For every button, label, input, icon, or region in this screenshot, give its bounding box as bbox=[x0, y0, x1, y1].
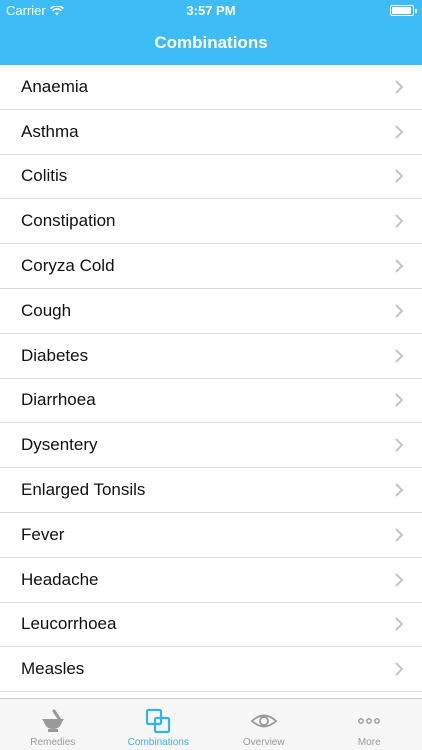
list-item-label: Constipation bbox=[21, 211, 116, 231]
list-item[interactable]: Asthma bbox=[0, 110, 422, 155]
list-item-label: Asthma bbox=[21, 121, 79, 141]
chevron-right-icon bbox=[395, 393, 404, 408]
list-item[interactable]: Headache bbox=[0, 558, 422, 603]
list-item-label: Cough bbox=[21, 300, 72, 320]
list-item[interactable]: Fever bbox=[0, 513, 422, 558]
list-item-label: Diabetes bbox=[21, 345, 89, 365]
chevron-right-icon bbox=[395, 169, 404, 184]
chevron-right-icon bbox=[395, 259, 404, 273]
tab-label: Remedies bbox=[30, 737, 76, 748]
mortar-pestle-icon bbox=[41, 709, 64, 732]
tab-overview[interactable]: Overview bbox=[211, 699, 317, 750]
list-item-label: Headache bbox=[21, 569, 99, 589]
list-item-label: Coryza Cold bbox=[21, 256, 115, 276]
navigation-bar: Combinations bbox=[0, 21, 422, 65]
tab-more[interactable]: More bbox=[317, 699, 422, 750]
list-item-label: Anaemia bbox=[21, 76, 89, 96]
eye-icon bbox=[250, 714, 278, 728]
list-item-label: Fever bbox=[21, 524, 65, 544]
tab-bar: Remedies Combinations Overview More bbox=[0, 698, 422, 750]
list-item-label: Measles bbox=[21, 659, 85, 679]
combinations-list: Anaemia Asthma Colitis Constipation Cory… bbox=[0, 65, 422, 698]
status-bar: Carrier 3:57 PM bbox=[0, 0, 422, 21]
overlapping-squares-icon bbox=[146, 708, 171, 734]
list-item[interactable]: Coryza Cold bbox=[0, 244, 422, 289]
chevron-right-icon bbox=[395, 438, 404, 452]
more-dots-icon bbox=[358, 718, 381, 724]
list-item[interactable]: Constipation bbox=[0, 199, 422, 245]
tab-label: Overview bbox=[242, 737, 285, 748]
chevron-right-icon bbox=[395, 80, 404, 94]
tab-label: More bbox=[357, 737, 381, 748]
list-item-label: Diarrhoea bbox=[21, 390, 96, 410]
list-item-label: Leucorrhoea bbox=[21, 614, 117, 634]
list-item[interactable]: Diarrhoea bbox=[0, 379, 422, 424]
list-item[interactable]: Colitis bbox=[0, 155, 422, 200]
list-item[interactable]: Leucorrhoea bbox=[0, 603, 422, 648]
clock: 3:57 PM bbox=[186, 3, 236, 18]
list-item[interactable]: Dysentery bbox=[0, 423, 422, 469]
tab-label: Combinations bbox=[127, 737, 189, 748]
list-item-label: Dysentery bbox=[21, 435, 98, 455]
chevron-right-icon bbox=[395, 617, 404, 632]
list-item[interactable]: Measles bbox=[0, 647, 422, 693]
chevron-right-icon bbox=[395, 572, 404, 587]
tab-combinations[interactable]: Combinations bbox=[106, 699, 212, 750]
list-item[interactable]: Diabetes bbox=[0, 334, 422, 379]
list-item[interactable]: Anaemia bbox=[0, 65, 422, 110]
list-item[interactable]: Enlarged Tonsils bbox=[0, 468, 422, 513]
page-title: Combinations bbox=[154, 33, 268, 52]
chevron-right-icon bbox=[395, 124, 404, 139]
chevron-right-icon bbox=[395, 483, 404, 497]
battery-icon bbox=[390, 5, 417, 16]
chevron-right-icon bbox=[395, 214, 404, 228]
chevron-right-icon bbox=[395, 348, 404, 363]
chevron-right-icon bbox=[395, 304, 404, 318]
list-item-label: Enlarged Tonsils bbox=[21, 480, 146, 500]
list-item[interactable]: Cough bbox=[0, 289, 422, 334]
chevron-right-icon bbox=[395, 662, 404, 676]
chevron-right-icon bbox=[395, 528, 404, 542]
tab-remedies[interactable]: Remedies bbox=[0, 699, 106, 750]
list-item-label: Colitis bbox=[21, 166, 68, 186]
